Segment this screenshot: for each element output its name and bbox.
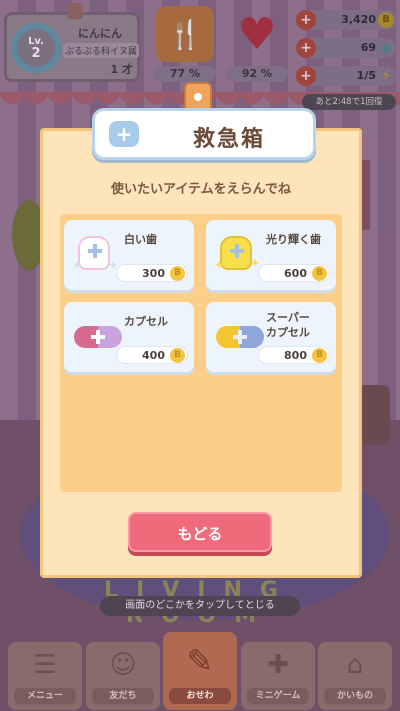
nav-label: メニュー	[14, 688, 76, 704]
item-name: 白い歯	[124, 233, 157, 246]
nav-menu[interactable]: ☰ メニュー	[8, 642, 82, 710]
hunger-percent: 77 %	[154, 66, 216, 82]
dialog-header: + 救急箱	[92, 108, 316, 160]
fork-spoon-icon: 🍴	[156, 6, 214, 62]
lightning-icon: ⚡	[381, 68, 391, 84]
coin-icon: B	[170, 266, 185, 281]
tap-to-close-hint[interactable]: 画面のどこかをタップしてとじる	[100, 596, 300, 616]
gem-value: 69	[360, 41, 376, 54]
item-price: 300 B	[116, 264, 188, 282]
energy-counter[interactable]: + 1/5 ⚡	[296, 66, 396, 86]
item-name: カプセル	[124, 315, 168, 328]
menu-icon: ☰	[33, 650, 57, 680]
nav-label: 友だち	[92, 688, 154, 704]
pet-age: 1 才	[110, 63, 133, 76]
add-coins-icon[interactable]: +	[296, 10, 316, 30]
item-shining-tooth[interactable]: ✦ ✦ 光り輝く歯 600 B	[206, 220, 336, 290]
shop-icon: ⌂	[346, 650, 364, 680]
energy-timer: あと2:48で1回復	[302, 94, 396, 110]
bottom-nav: ☰ メニュー ☺ 友だち ✎ おせわ ✚ ミニゲーム ⌂ かいもの	[0, 632, 400, 711]
item-capsule[interactable]: カプセル 400 B	[64, 302, 194, 372]
coin-icon: B	[170, 348, 185, 363]
gem-counter[interactable]: + 69 ◆	[296, 38, 396, 58]
nav-care[interactable]: ✎ おせわ	[163, 632, 237, 710]
pet-breed: ぷるぷる科イヌ属	[63, 43, 139, 58]
nav-label: ミニゲーム	[247, 688, 309, 704]
happiness-percent: 92 %	[226, 66, 288, 82]
price-value: 300	[142, 267, 165, 280]
add-gems-icon[interactable]: +	[296, 38, 316, 58]
brush-icon: ✎	[186, 642, 214, 680]
hunger-meter[interactable]: 🍴 77 %	[154, 6, 216, 84]
coin-icon: B	[312, 348, 327, 363]
add-energy-icon[interactable]: +	[296, 66, 316, 86]
white-tooth-icon: ✦ ✦	[72, 234, 118, 274]
gold-tooth-icon: ✦ ✦	[214, 234, 260, 274]
price-value: 400	[142, 349, 165, 362]
back-button[interactable]: もどる	[128, 512, 272, 552]
item-super-capsule[interactable]: スーパー カプセル 800 B	[206, 302, 336, 372]
nav-minigame[interactable]: ✚ ミニゲーム	[241, 642, 315, 710]
energy-value: 1/5	[356, 69, 376, 82]
diamond-icon: ◆	[380, 40, 392, 56]
coin-icon: B	[312, 266, 327, 281]
coin-value: 3,420	[341, 13, 376, 26]
coin-icon: B	[378, 12, 394, 28]
level-badge: Lv. 2	[11, 23, 61, 73]
gamepad-icon: ✚	[267, 650, 289, 680]
level-value: 2	[31, 46, 41, 61]
item-price: 400 B	[116, 346, 188, 364]
nav-label: かいもの	[324, 688, 386, 704]
price-value: 600	[284, 267, 307, 280]
coin-counter[interactable]: + 3,420 B	[296, 10, 396, 30]
nav-label: おせわ	[169, 688, 231, 704]
heart-icon: ♥	[237, 8, 277, 60]
dialog-title: 救急箱	[192, 127, 265, 152]
item-grid: ✦ ✦ 白い歯 300 B ✦ ✦ 光り輝く歯 600 B カプセル 400 B	[60, 214, 342, 492]
pet-name: にんにん	[78, 27, 122, 40]
pet-profile-card[interactable]: Lv. 2 にんにん ぷるぷる科イヌ属 1 才	[4, 3, 140, 82]
capsule-icon	[72, 316, 122, 356]
nav-shop[interactable]: ⌂ かいもの	[318, 642, 392, 710]
item-name: スーパー カプセル	[266, 311, 310, 339]
nav-friends[interactable]: ☺ 友だち	[86, 642, 160, 710]
first-aid-kit-icon: +	[109, 121, 139, 147]
dialog-subtitle: 使いたいアイテムをえらんでね	[110, 182, 292, 197]
happiness-meter[interactable]: ♥ 92 %	[226, 6, 288, 84]
super-capsule-icon	[214, 316, 264, 356]
item-white-tooth[interactable]: ✦ ✦ 白い歯 300 B	[64, 220, 194, 290]
profile-pin-icon	[67, 3, 83, 19]
price-value: 800	[284, 349, 307, 362]
friends-icon: ☺	[109, 650, 137, 680]
item-price: 600 B	[258, 264, 330, 282]
item-name: 光り輝く歯	[266, 233, 321, 246]
item-price: 800 B	[258, 346, 330, 364]
